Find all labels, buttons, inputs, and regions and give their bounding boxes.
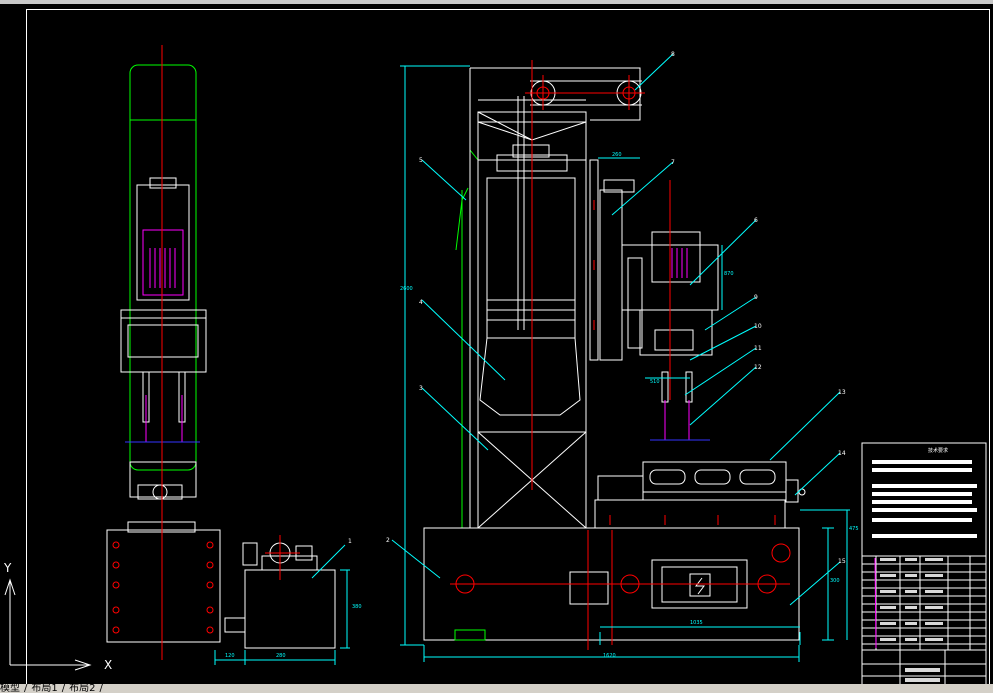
side-view [106, 45, 221, 660]
svg-text:8: 8 [671, 51, 675, 58]
svg-text:1620: 1620 [603, 653, 616, 659]
tab-layout2[interactable]: 布局2 [69, 684, 95, 693]
svg-text:2600: 2600 [400, 286, 413, 292]
svg-text:3: 3 [419, 385, 423, 392]
svg-text:10: 10 [754, 323, 762, 330]
svg-text:11: 11 [754, 345, 762, 352]
svg-text:9: 9 [754, 294, 758, 301]
dimension-lines [391, 53, 850, 662]
svg-text:475: 475 [849, 526, 859, 532]
svg-text:260: 260 [612, 152, 622, 158]
tab-model[interactable]: 模型 [0, 684, 20, 693]
svg-text:1035: 1035 [690, 620, 703, 626]
svg-text:1: 1 [348, 538, 352, 545]
svg-text:380: 380 [352, 604, 362, 610]
tab-layout1[interactable]: 布局1 [31, 684, 57, 693]
svg-text:2: 2 [386, 537, 390, 544]
dimension-texts: 120 280 380 1620 1035 2600 300 475 260 8… [225, 152, 859, 659]
svg-text:870: 870 [724, 271, 734, 277]
layout-tabs: 模型 / 布局1/布局2/ [0, 684, 993, 693]
hydraulic-pump-unit [214, 535, 350, 665]
svg-text:510: 510 [650, 379, 660, 385]
svg-text:120: 120 [225, 653, 235, 659]
svg-text:Y: Y [3, 561, 12, 575]
svg-text:7: 7 [671, 159, 675, 166]
svg-text:14: 14 [838, 450, 846, 457]
svg-text:X: X [104, 658, 112, 672]
ucs-axis-icon: Y X [3, 561, 112, 672]
svg-text:6: 6 [754, 217, 758, 224]
svg-text:4: 4 [419, 299, 423, 306]
svg-text:技术要求: 技术要求 [928, 447, 948, 454]
svg-text:300: 300 [830, 578, 840, 584]
svg-text:12: 12 [754, 364, 762, 371]
svg-text:13: 13 [838, 389, 846, 396]
svg-text:280: 280 [276, 653, 286, 659]
part-number-labels: 1 2 3 4 5 6 7 8 9 10 11 12 13 14 15 [348, 51, 846, 565]
svg-text:15: 15 [838, 558, 846, 565]
cad-drawing-canvas[interactable]: 1 2 3 4 5 6 7 8 9 10 11 12 13 14 15 120 … [0, 0, 993, 693]
title-block: 技术要求 [861, 442, 987, 687]
front-view [423, 60, 806, 650]
svg-text:5: 5 [419, 157, 423, 164]
